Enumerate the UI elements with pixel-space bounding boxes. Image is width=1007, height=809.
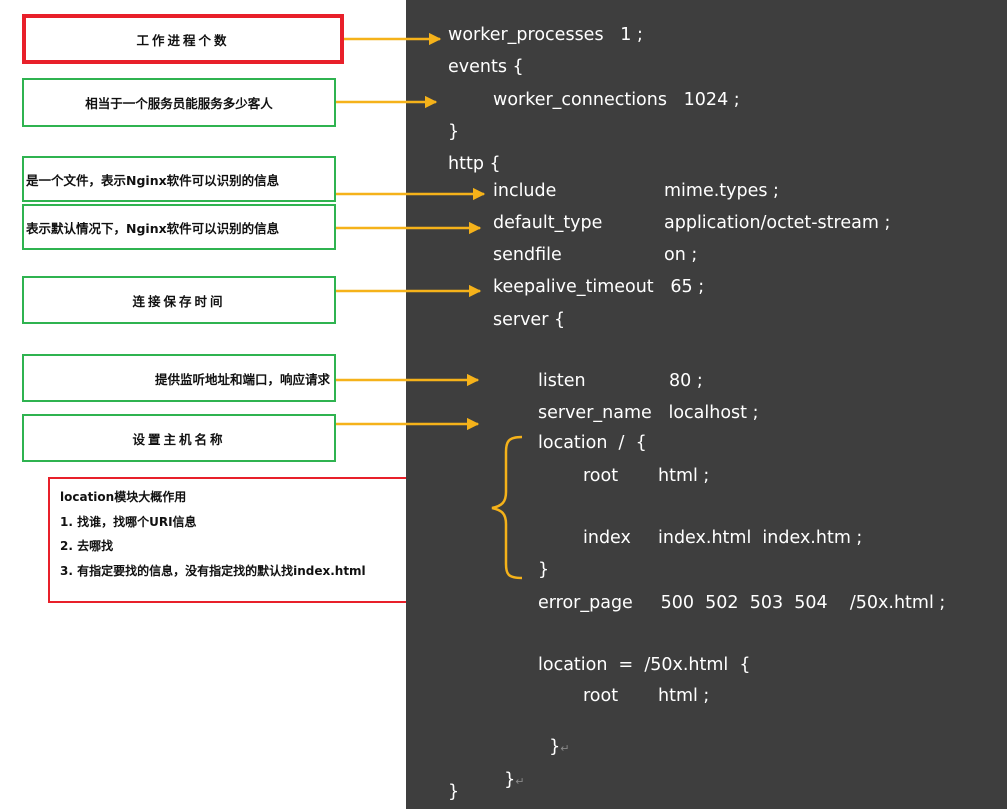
location-brace-icon (491, 435, 523, 580)
connector-overlay (336, 32, 523, 580)
